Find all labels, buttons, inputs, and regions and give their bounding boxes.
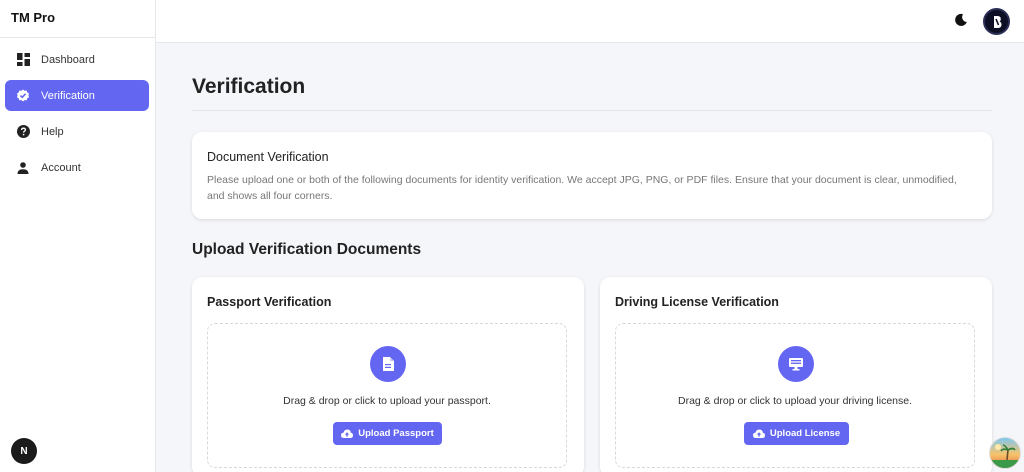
- top-bar: [156, 0, 1024, 43]
- logo-avatar-icon[interactable]: [983, 8, 1010, 35]
- page-title: Verification: [192, 75, 306, 98]
- license-dropzone[interactable]: Drag & drop or click to upload your driv…: [615, 323, 975, 468]
- assistant-avatar-icon[interactable]: [989, 437, 1021, 469]
- dashboard-icon: [16, 53, 30, 67]
- passport-dropzone-prompt: Drag & drop or click to upload your pass…: [283, 395, 491, 407]
- info-body: Please upload one or both of the followi…: [207, 174, 957, 202]
- passport-upload-card: Passport Verification Drag & drop or cli…: [192, 277, 584, 472]
- sidebar-item-verification[interactable]: Verification: [5, 80, 149, 111]
- license-upload-card: Driving License Verification Drag & drop…: [600, 277, 992, 472]
- sidebar-item-dashboard[interactable]: Dashboard: [5, 44, 149, 75]
- person-icon: [16, 161, 30, 175]
- title-divider: [192, 110, 992, 111]
- sidebar-nav: Dashboard Verification Help Account: [0, 38, 155, 183]
- passport-card-title: Passport Verification: [207, 295, 332, 309]
- sidebar-item-label: Account: [41, 161, 81, 174]
- upload-license-label: Upload License: [769, 428, 841, 439]
- cloud-upload-icon: [341, 429, 354, 438]
- upload-section-title: Upload Verification Documents: [192, 241, 422, 258]
- next-badge[interactable]: N: [11, 438, 37, 464]
- moon-icon[interactable]: [954, 13, 970, 29]
- sidebar-item-label: Verification: [41, 89, 95, 102]
- help-icon: [16, 125, 30, 139]
- document-verification-info-card: Document Verification Please upload one …: [192, 132, 992, 219]
- sidebar-item-label: Dashboard: [41, 53, 95, 66]
- document-icon: [370, 346, 406, 382]
- app-brand: TM Pro: [0, 0, 155, 38]
- passport-dropzone[interactable]: Drag & drop or click to upload your pass…: [207, 323, 567, 468]
- sidebar-item-account[interactable]: Account: [5, 152, 149, 183]
- upload-license-button[interactable]: Upload License: [744, 422, 849, 445]
- monitor-icon: [778, 346, 814, 382]
- license-card-title: Driving License Verification: [615, 295, 779, 309]
- cloud-upload-icon: [752, 429, 765, 438]
- verified-check-icon: [16, 89, 30, 103]
- info-heading: Document Verification: [207, 150, 329, 164]
- upload-passport-button[interactable]: Upload Passport: [333, 422, 442, 445]
- sidebar-item-label: Help: [41, 125, 64, 138]
- sidebar: TM Pro Dashboard Verification Help Accou…: [0, 0, 156, 472]
- sidebar-item-help[interactable]: Help: [5, 116, 149, 147]
- license-dropzone-prompt: Drag & drop or click to upload your driv…: [677, 395, 913, 407]
- upload-passport-label: Upload Passport: [358, 428, 434, 439]
